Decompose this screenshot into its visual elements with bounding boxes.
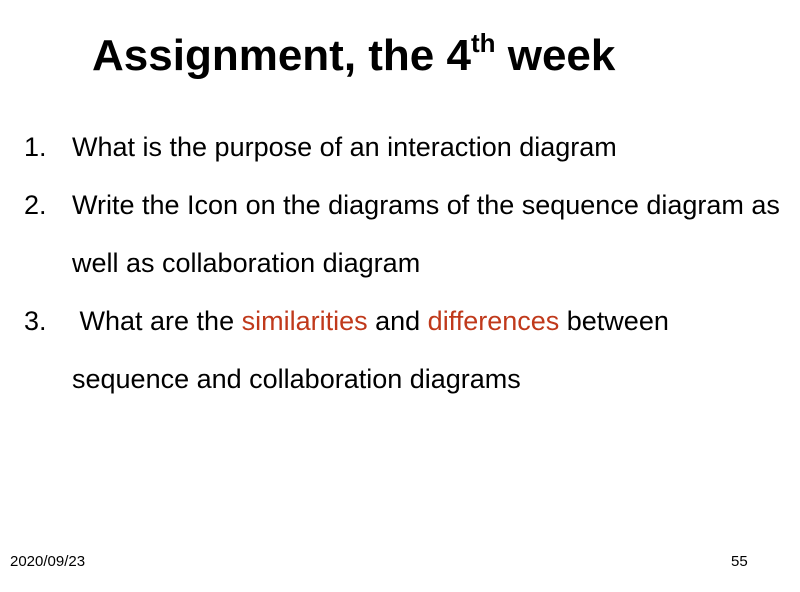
item-text: Write the Icon on the diagrams of the se… xyxy=(72,190,780,278)
item-number: 1. xyxy=(24,132,47,162)
assignment-list: 1. What is the purpose of an interaction… xyxy=(24,118,784,408)
title-text: Assignment, the 4 xyxy=(92,31,471,80)
item-text: What are the similarities and difference… xyxy=(72,292,692,408)
footer-page-number: 55 xyxy=(731,553,748,570)
list-item: 1. What is the purpose of an interaction… xyxy=(24,118,784,176)
item-number: 2. xyxy=(24,190,47,220)
title-suffix: week xyxy=(495,31,616,80)
highlight-differences: differences xyxy=(427,306,560,336)
highlight-similarities: similarities xyxy=(241,306,368,336)
item-text-prefix: What are the xyxy=(72,306,242,336)
footer-date: 2020/09/23 xyxy=(10,553,86,570)
slide-title: Assignment, the 4th week xyxy=(92,28,615,84)
item-text: What is the purpose of an interaction di… xyxy=(72,132,617,162)
list-item: 3. What are the similarities and differe… xyxy=(24,292,784,408)
item-text-middle: and xyxy=(367,306,428,336)
list-item: 2. Write the Icon on the diagrams of the… xyxy=(24,176,784,292)
item-number: 3. xyxy=(24,306,47,336)
title-superscript: th xyxy=(470,28,496,58)
